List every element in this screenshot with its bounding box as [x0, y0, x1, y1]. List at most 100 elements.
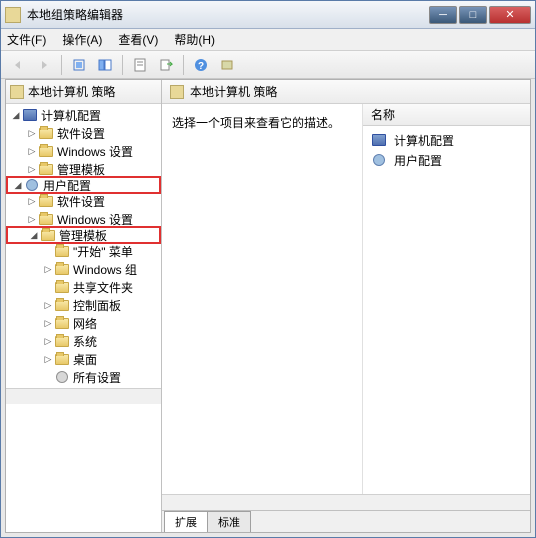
list-items: 计算机配置 用户配置 — [363, 126, 530, 174]
user-icon — [24, 178, 40, 192]
folder-icon — [54, 280, 70, 294]
up-button[interactable] — [68, 54, 90, 76]
tree-label: 网络 — [73, 315, 97, 332]
list-column: 名称 计算机配置 用户配置 — [362, 104, 530, 494]
separator — [61, 55, 62, 75]
expand-icon[interactable]: ▷ — [26, 214, 38, 225]
folder-icon — [38, 162, 54, 176]
tree-label: 软件设置 — [57, 193, 105, 210]
content-area: 本地计算机 策略 ◢ 计算机配置 ▷ 软件设置 ▷ Windows 设置 — [5, 79, 531, 533]
menu-view[interactable]: 查看(V) — [118, 31, 158, 48]
folder-icon — [38, 144, 54, 158]
separator — [183, 55, 184, 75]
computer-icon — [22, 108, 38, 122]
window: 本地组策略编辑器 ─ □ ✕ 文件(F) 操作(A) 查看(V) 帮助(H) ?… — [0, 0, 536, 538]
tree-label: 计算机配置 — [41, 107, 101, 124]
menubar: 文件(F) 操作(A) 查看(V) 帮助(H) — [1, 29, 535, 51]
help-button[interactable]: ? — [190, 54, 212, 76]
tree-label: 所有设置 — [73, 369, 121, 386]
collapse-icon[interactable]: ◢ — [10, 110, 22, 121]
tree-pane: 本地计算机 策略 ◢ 计算机配置 ▷ 软件设置 ▷ Windows 设置 — [6, 80, 162, 532]
forward-button[interactable] — [33, 54, 55, 76]
list-item-label: 计算机配置 — [394, 132, 454, 149]
expand-icon[interactable]: ▷ — [42, 354, 54, 365]
list-item-label: 用户配置 — [394, 152, 442, 169]
tree-label: 管理模板 — [59, 227, 107, 244]
tree-node-windows-components[interactable]: ▷ Windows 组 — [6, 260, 161, 278]
expand-icon[interactable]: ▷ — [26, 196, 38, 207]
list-item[interactable]: 计算机配置 — [363, 130, 530, 150]
tree-label: Windows 设置 — [57, 211, 133, 228]
document-icon — [170, 85, 184, 99]
tree-node-network[interactable]: ▷ 网络 — [6, 314, 161, 332]
folder-icon — [38, 126, 54, 140]
folder-icon — [38, 194, 54, 208]
expand-icon[interactable]: ▷ — [42, 264, 54, 275]
tree-label: 控制面板 — [73, 297, 121, 314]
folder-icon — [40, 228, 56, 242]
tree-node-system[interactable]: ▷ 系统 — [6, 332, 161, 350]
tree-label: Windows 设置 — [57, 143, 133, 160]
description-text: 选择一个项目来查看它的描述。 — [172, 114, 352, 131]
tree-node-control-panel[interactable]: ▷ 控制面板 — [6, 296, 161, 314]
expand-icon[interactable]: ▷ — [42, 336, 54, 347]
window-title: 本地组策略编辑器 — [27, 6, 429, 23]
separator — [122, 55, 123, 75]
horizontal-scrollbar[interactable] — [6, 388, 161, 404]
tree-node-windows-settings[interactable]: ▷ Windows 设置 — [6, 142, 161, 160]
tree-node-software-settings-2[interactable]: ▷ 软件设置 — [6, 192, 161, 210]
properties-button[interactable] — [129, 54, 151, 76]
show-hide-tree-button[interactable] — [94, 54, 116, 76]
column-header-name[interactable]: 名称 — [363, 104, 530, 126]
tree-node-software-settings[interactable]: ▷ 软件设置 — [6, 124, 161, 142]
document-icon — [10, 85, 24, 99]
tab-standard[interactable]: 标准 — [207, 511, 251, 532]
tree-node-desktop[interactable]: ▷ 桌面 — [6, 350, 161, 368]
gear-icon — [54, 370, 70, 384]
svg-text:?: ? — [198, 61, 204, 72]
tree-node-shared-folders[interactable]: 共享文件夹 — [6, 278, 161, 296]
tree-root-label: 本地计算机 策略 — [28, 83, 115, 100]
expand-icon[interactable]: ▷ — [42, 318, 54, 329]
folder-icon — [54, 262, 70, 276]
back-button[interactable] — [7, 54, 29, 76]
export-button[interactable] — [155, 54, 177, 76]
computer-icon — [371, 133, 387, 147]
tree-node-start-menu[interactable]: "开始" 菜单 — [6, 242, 161, 260]
tree-label: 桌面 — [73, 351, 97, 368]
tree-node-computer-config[interactable]: ◢ 计算机配置 — [6, 106, 161, 124]
collapse-icon[interactable]: ◢ — [28, 230, 40, 241]
detail-pane: 本地计算机 策略 选择一个项目来查看它的描述。 名称 计算机配置 — [162, 80, 530, 532]
expand-icon[interactable]: ▷ — [26, 146, 38, 157]
menu-file[interactable]: 文件(F) — [7, 31, 46, 48]
tree-label: Windows 组 — [73, 261, 137, 278]
tree: ◢ 计算机配置 ▷ 软件设置 ▷ Windows 设置 ▷ 管理 — [6, 104, 161, 388]
tab-extended[interactable]: 扩展 — [164, 511, 208, 532]
tree-label: "开始" 菜单 — [73, 243, 133, 260]
tree-node-all-settings[interactable]: 所有设置 — [6, 368, 161, 386]
user-icon — [371, 153, 387, 167]
folder-icon — [38, 212, 54, 226]
titlebar[interactable]: 本地组策略编辑器 ─ □ ✕ — [1, 1, 535, 29]
folder-icon — [54, 352, 70, 366]
detail-header: 本地计算机 策略 — [162, 80, 530, 104]
menu-help[interactable]: 帮助(H) — [174, 31, 215, 48]
tree-label: 用户配置 — [43, 177, 91, 194]
horizontal-scrollbar[interactable] — [162, 494, 530, 510]
expand-icon[interactable]: ▷ — [26, 128, 38, 139]
detail-body: 选择一个项目来查看它的描述。 名称 计算机配置 用户配置 — [162, 104, 530, 494]
detail-tabs: 扩展 标准 — [162, 510, 530, 532]
tree-label: 管理模板 — [57, 161, 105, 178]
collapse-icon[interactable]: ◢ — [12, 180, 24, 191]
tree-label: 共享文件夹 — [73, 279, 133, 296]
close-button[interactable]: ✕ — [489, 6, 531, 24]
minimize-button[interactable]: ─ — [429, 6, 457, 24]
list-item[interactable]: 用户配置 — [363, 150, 530, 170]
folder-icon — [54, 244, 70, 258]
expand-icon[interactable]: ▷ — [26, 164, 38, 175]
tree-header[interactable]: 本地计算机 策略 — [6, 80, 161, 104]
expand-icon[interactable]: ▷ — [42, 300, 54, 311]
menu-action[interactable]: 操作(A) — [62, 31, 102, 48]
filter-button[interactable] — [216, 54, 238, 76]
maximize-button[interactable]: □ — [459, 6, 487, 24]
